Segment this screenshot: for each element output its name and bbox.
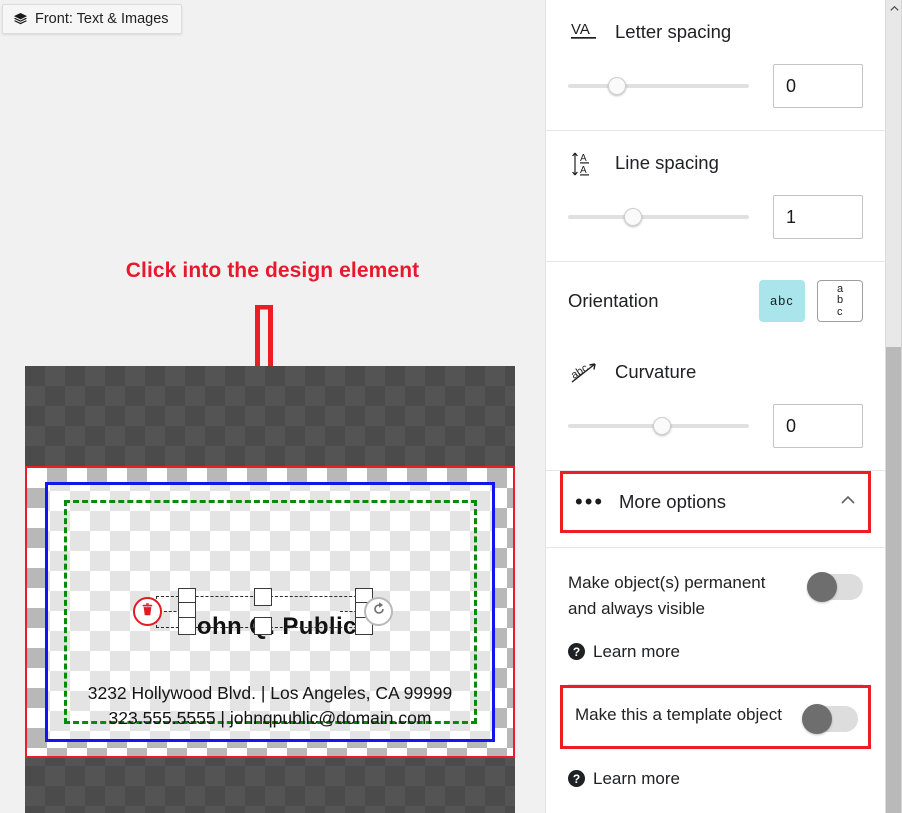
vertical-scroll-thumb[interactable]	[886, 347, 902, 813]
curvature-section: abc Curvature 0	[546, 340, 885, 470]
orientation-section: Orientation abc a b c	[546, 262, 885, 340]
orientation-label: Orientation	[568, 290, 659, 311]
rotate-element-button[interactable]	[364, 597, 393, 626]
selection-handle-bottom-left[interactable]	[178, 617, 196, 635]
curvature-icon: abc	[568, 358, 602, 386]
slider-knob[interactable]	[624, 208, 643, 226]
design-contact-text[interactable]: 3232 Hollywood Blvd. | Los Angeles, CA 9…	[48, 681, 492, 732]
design-canvas-area: Front: Text & Images Click into the desi…	[0, 0, 545, 813]
design-address-line: 3232 Hollywood Blvd. | Los Angeles, CA 9…	[87, 683, 453, 703]
slider-track	[568, 215, 749, 219]
curvature-label: Curvature	[615, 361, 697, 382]
permanent-object-row: Make object(s) permanent and always visi…	[568, 570, 863, 622]
orientation-horizontal-label: abc	[770, 294, 794, 308]
curvature-header: abc Curvature	[568, 340, 863, 404]
more-options-highlight: ••• More options	[560, 471, 871, 533]
help-icon: ?	[568, 643, 585, 661]
line-spacing-value-input[interactable]: 1	[773, 195, 863, 239]
trash-icon	[141, 602, 154, 621]
learn-more-label: Learn more	[593, 641, 680, 661]
help-icon: ?	[568, 770, 585, 788]
letter-spacing-slider[interactable]	[568, 75, 749, 97]
rotate-icon	[371, 601, 387, 622]
selection-handle-top-center[interactable]	[254, 588, 272, 606]
text-selection-widget	[133, 588, 393, 635]
delete-element-button[interactable]	[133, 597, 162, 626]
line-spacing-label: Line spacing	[615, 152, 719, 173]
permanent-object-section: Make object(s) permanent and always visi…	[546, 548, 885, 685]
curvature-value-input[interactable]: 0	[773, 404, 863, 448]
chevron-up-icon	[838, 490, 858, 515]
line-spacing-section: A A Line spacing 1	[546, 131, 885, 261]
slider-track	[568, 84, 749, 88]
vertical-scrollbar[interactable]	[885, 0, 902, 813]
layers-icon	[13, 12, 28, 27]
orientation-vertical-letter-b: b	[836, 294, 844, 307]
curvature-controls: 0	[568, 404, 863, 470]
line-spacing-controls: 1	[568, 195, 863, 261]
layer-chip-label: Front: Text & Images	[35, 11, 169, 27]
chevron-up-icon	[890, 5, 899, 11]
letter-spacing-controls: 0	[568, 64, 863, 130]
letter-spacing-label: Letter spacing	[615, 21, 732, 42]
orientation-vertical-letter-c: c	[836, 305, 843, 318]
orientation-vertical-button[interactable]: a b c	[817, 280, 863, 322]
permanent-object-toggle[interactable]	[807, 572, 863, 602]
toggle-knob	[807, 572, 837, 602]
letter-spacing-value-input[interactable]: 0	[773, 64, 863, 108]
orientation-vertical-label: a b c	[836, 283, 844, 318]
letter-spacing-header: VA Letter spacing	[568, 0, 863, 64]
text-properties-panel: VA Letter spacing 0 A A Line spacing 1 O…	[545, 0, 885, 813]
template-object-learn-more-link[interactable]: ? Learn more	[568, 749, 863, 789]
layer-indicator-chip[interactable]: Front: Text & Images	[2, 4, 182, 34]
scroll-up-button[interactable]	[886, 0, 902, 17]
toggle-knob	[802, 703, 832, 734]
design-phone-email-line: 323.555.5555 | johnqpublic@domain.com	[108, 708, 432, 729]
template-object-row: Make this a template object	[575, 702, 858, 734]
letter-spacing-section: VA Letter spacing 0	[546, 0, 885, 130]
more-options-label: More options	[619, 491, 726, 512]
selection-handle-bottom-center[interactable]	[254, 617, 272, 635]
more-options-toggle[interactable]: ••• More options	[563, 474, 868, 530]
permanent-object-label: Make object(s) permanent and always visi…	[568, 573, 766, 618]
template-object-label: Make this a template object	[575, 704, 782, 724]
letter-spacing-icon: VA	[568, 19, 602, 45]
annotation-callout-text: Click into the design element	[125, 259, 420, 282]
orientation-row: Orientation abc a b c	[568, 262, 863, 340]
line-spacing-header: A A Line spacing	[568, 131, 863, 195]
slider-knob[interactable]	[607, 77, 626, 95]
template-object-highlight: Make this a template object	[560, 684, 871, 749]
line-spacing-slider[interactable]	[568, 206, 749, 228]
svg-text:abc: abc	[570, 362, 591, 382]
orientation-horizontal-button[interactable]: abc	[759, 280, 805, 322]
app-root: Front: Text & Images Click into the desi…	[0, 0, 902, 813]
line-spacing-icon: A A	[568, 148, 602, 178]
slider-knob[interactable]	[653, 417, 672, 435]
template-learn-more-wrap: ? Learn more	[546, 749, 885, 789]
svg-text:VA: VA	[571, 21, 590, 38]
learn-more-label: Learn more	[593, 768, 680, 788]
curvature-slider[interactable]	[568, 415, 749, 437]
permanent-object-learn-more-link[interactable]: ? Learn more	[568, 622, 863, 662]
template-object-toggle[interactable]	[802, 703, 858, 734]
